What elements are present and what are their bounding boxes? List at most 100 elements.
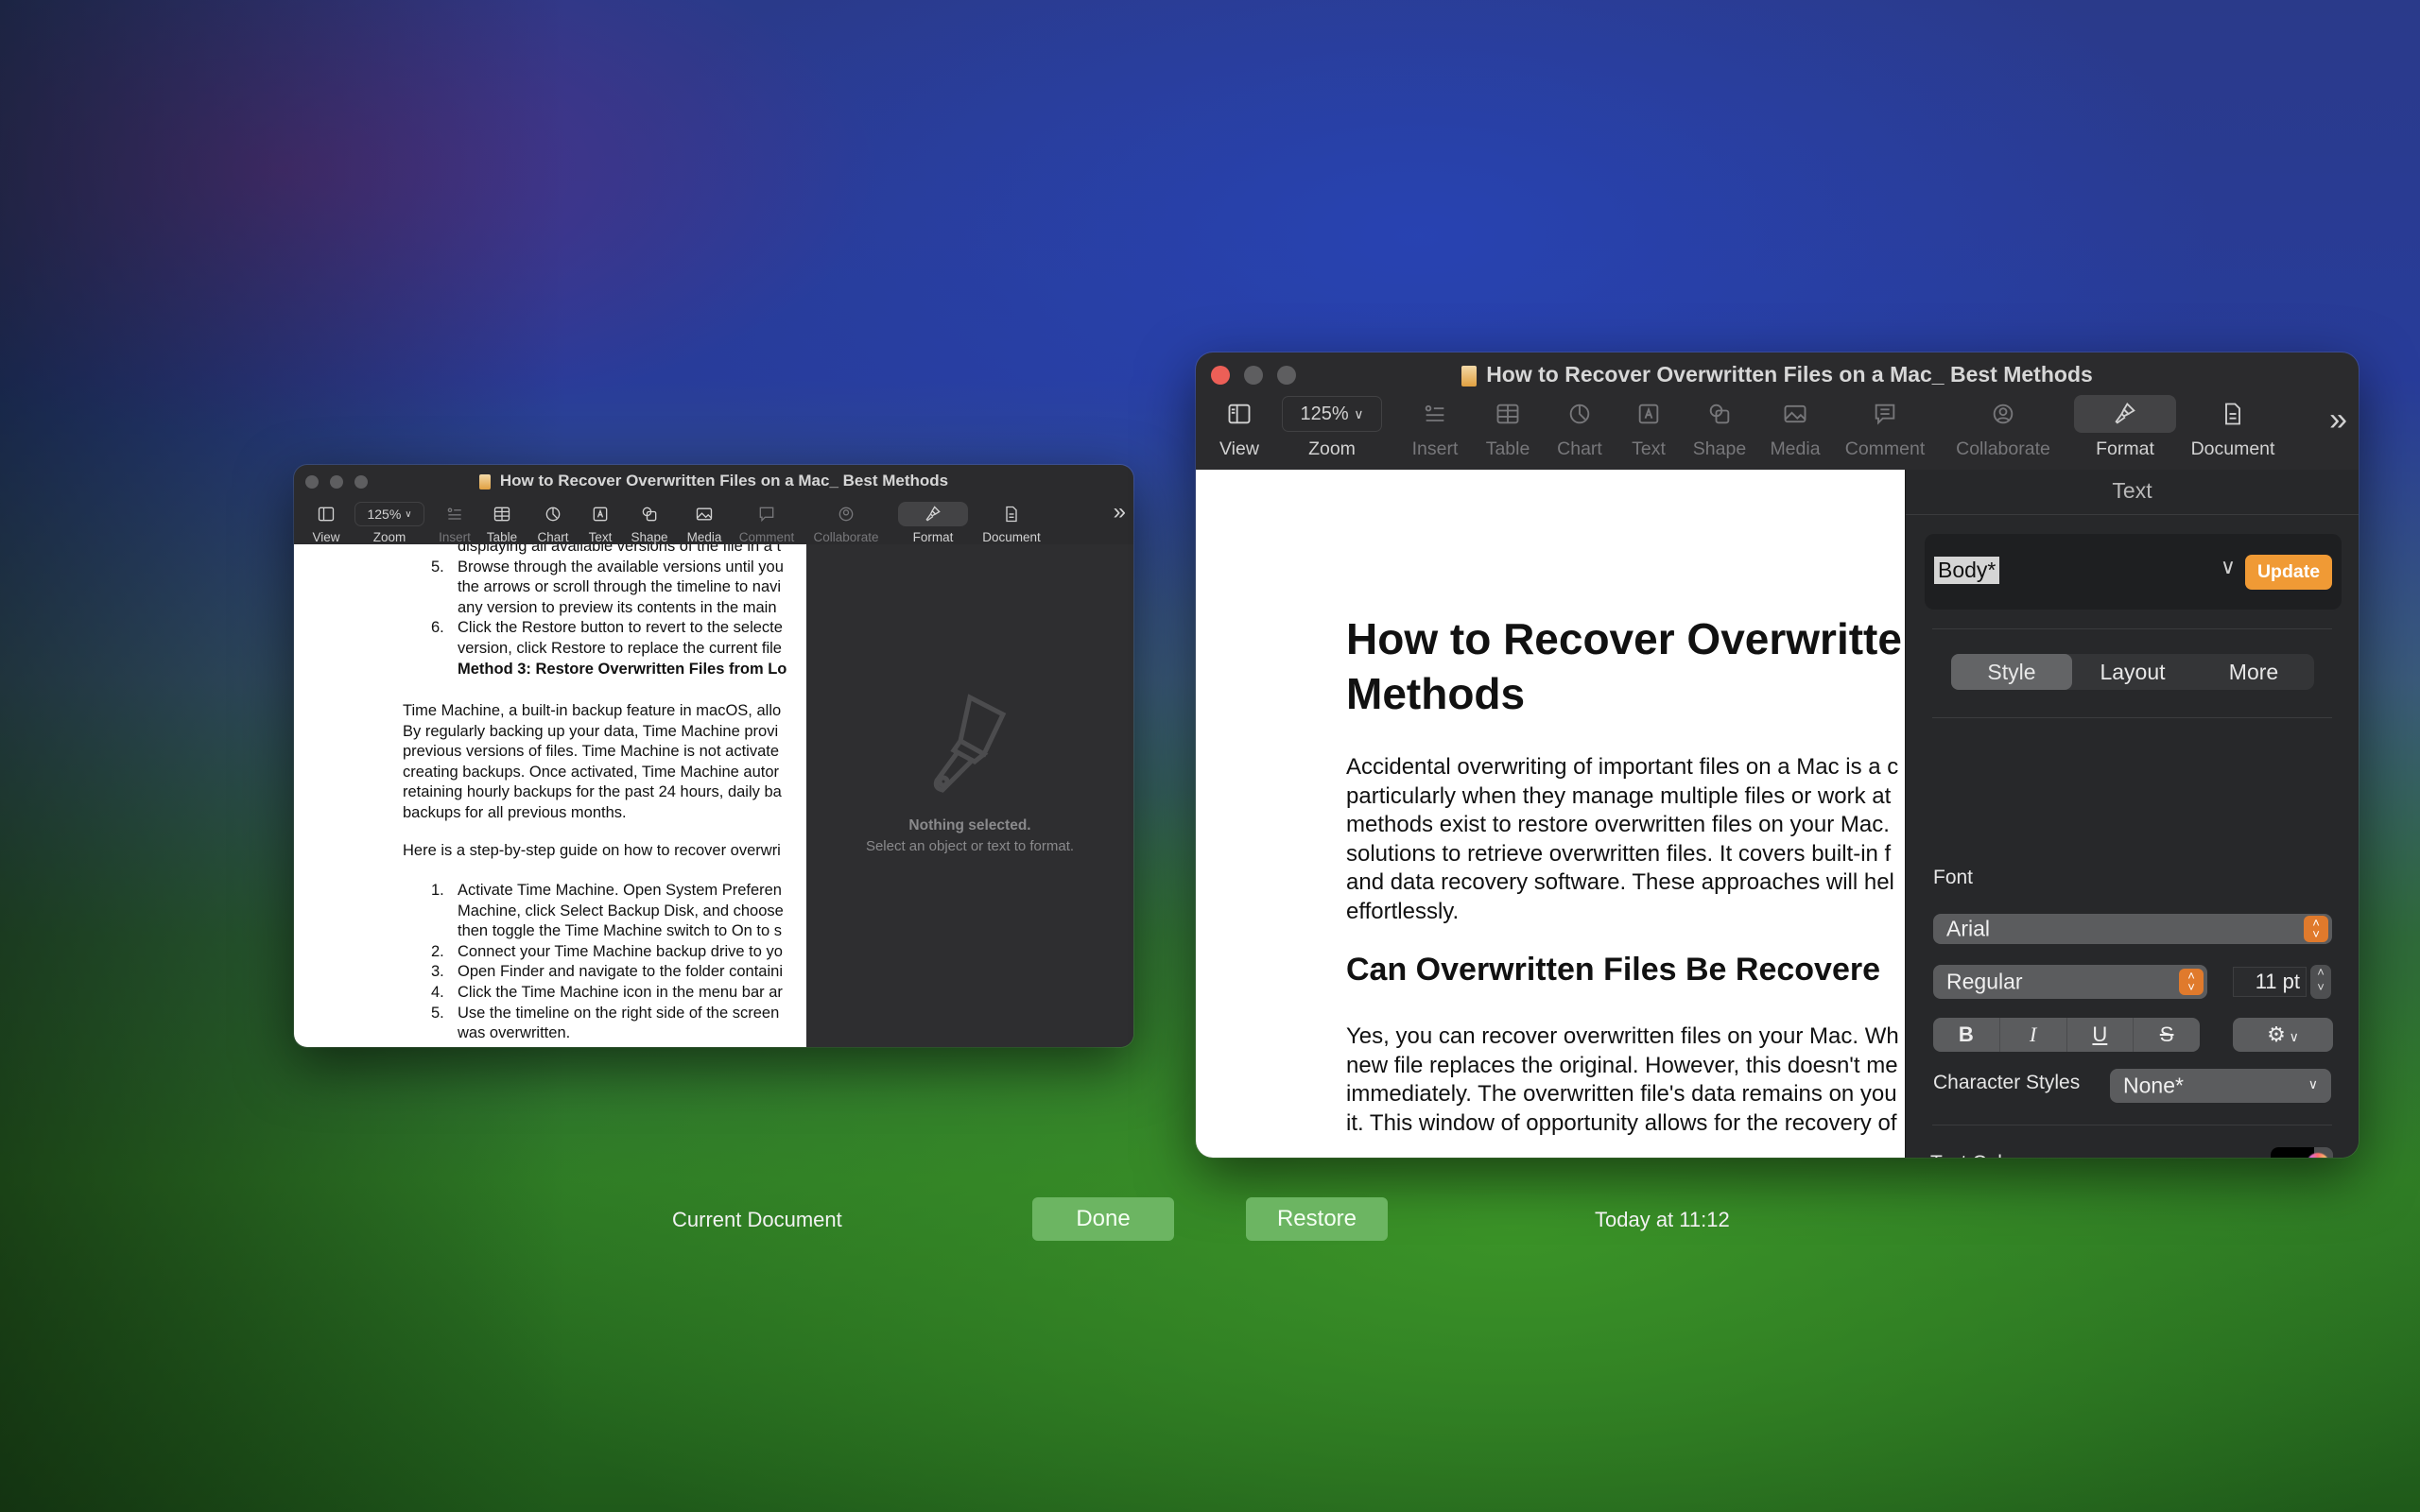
toolbar-format[interactable]: Format — [891, 502, 975, 544]
toolbar-label: Text — [1632, 438, 1666, 459]
minimize-button[interactable] — [1244, 366, 1263, 385]
character-styles-popup[interactable]: None* ∨ — [2110, 1069, 2331, 1103]
update-style-button[interactable]: Update — [2245, 555, 2332, 590]
toolbar-chart[interactable]: Chart — [528, 502, 578, 544]
text-line: By regularly backing up your data, Time … — [403, 722, 779, 740]
zoom-window-button[interactable] — [354, 475, 368, 489]
up-down-chevron-icon: ˄ ˅ — [2304, 916, 2328, 942]
paintbrush-icon — [933, 694, 1007, 793]
chevron-down-icon[interactable]: ∨ — [2221, 555, 2236, 579]
toolbar-insert[interactable]: Insert — [1398, 395, 1472, 460]
close-button[interactable] — [305, 475, 319, 489]
toolbar-overflow[interactable]: » — [1114, 499, 1126, 525]
current-document-window[interactable]: How to Recover Overwritten Files on a Ma… — [1196, 352, 2359, 1158]
document-content: How to Recover Overwritten Methods Accid… — [1196, 470, 2359, 1158]
list-item: any version to preview its contents in t… — [403, 598, 784, 619]
list-item: 4. Click the Time Machine icon in the men… — [403, 983, 784, 1004]
list-number: 3. — [431, 963, 444, 981]
toolbar-chart[interactable]: Chart — [1544, 395, 1616, 460]
document-page[interactable]: How to Recover Overwritten Methods Accid… — [1196, 470, 1905, 1158]
toolbar-table[interactable]: Table — [475, 502, 528, 544]
toolbar-view[interactable]: View — [307, 502, 345, 544]
insert-list-icon — [447, 507, 461, 520]
colour-swatch[interactable] — [2271, 1147, 2314, 1158]
text-line: creating backups. Once activated, Time M… — [403, 763, 780, 781]
toolbar-collaborate[interactable]: Collaborate — [801, 502, 891, 544]
bold-button[interactable]: B — [1933, 1018, 2000, 1052]
text-line: particularly when they manage multiple f… — [1346, 782, 1892, 809]
document-icon — [1006, 506, 1017, 523]
double-chevron-right-icon: » — [1113, 499, 1126, 524]
toolbar-view[interactable]: View — [1213, 395, 1266, 460]
comment-icon — [759, 507, 774, 523]
toolbar-label: Format — [912, 530, 954, 544]
underline-button[interactable]: U — [2067, 1018, 2135, 1052]
toolbar-insert[interactable]: Insert — [434, 502, 475, 544]
backup-version-window[interactable]: How to Recover Overwritten Files on a Ma… — [294, 465, 1133, 1047]
zoom-select[interactable]: 125% ∨ — [354, 502, 424, 526]
window-title: How to Recover Overwritten Files on a Ma… — [499, 472, 949, 490]
text-colour-label[interactable]: Text Colour ⇕ — [1930, 1152, 2048, 1158]
font-size-stepper[interactable]: ˄ ˅ — [2310, 965, 2331, 999]
zoom-select[interactable]: 125% ∨ — [1282, 396, 1382, 432]
paragraph-style-selector[interactable]: Body* ∨ Update — [1925, 534, 2342, 610]
text-line: immediately. The overwritten file's data… — [1346, 1081, 1897, 1107]
restore-button[interactable]: Restore — [1246, 1197, 1388, 1241]
document-page[interactable]: displaying all available versions of the… — [294, 544, 806, 1047]
toolbar-collaborate[interactable]: Collaborate — [1937, 395, 2069, 460]
toolbar-document[interactable]: Document — [975, 502, 1048, 544]
toolbar-comment[interactable]: Comment — [1833, 395, 1937, 460]
toolbar-format[interactable]: Format — [2069, 395, 2181, 460]
tab-layout[interactable]: Layout — [2072, 654, 2193, 690]
numbered-list: displaying all available versions of the… — [403, 544, 784, 660]
text-line: backups for all previous months. — [403, 803, 627, 821]
text-line: solutions to retrieve overwritten files.… — [1346, 840, 1892, 867]
font-typeface-popup[interactable]: Regular ˄ ˅ — [1933, 965, 2207, 999]
toolbar-label: Zoom — [1308, 438, 1356, 459]
toolbar-text[interactable]: Text — [1616, 395, 1682, 460]
toolbar-label: View — [312, 530, 340, 544]
current-document-label: Current Document — [672, 1208, 842, 1231]
toolbar-zoom[interactable]: 125% ∨ Zoom — [345, 502, 434, 544]
strikethrough-button[interactable]: S — [2134, 1018, 2200, 1052]
toolbar-table[interactable]: Table — [1472, 395, 1544, 460]
tab-more[interactable]: More — [2193, 654, 2314, 690]
font-size-field[interactable]: 11 pt — [2233, 967, 2307, 997]
list-item: Machine, click Select Backup Disk, and c… — [403, 902, 784, 922]
tab-style[interactable]: Style — [1951, 654, 2072, 690]
toolbar-overflow[interactable]: » — [2329, 402, 2347, 438]
backup-content: displaying all available versions of the… — [294, 544, 1133, 1047]
toolbar-label: Table — [486, 530, 518, 544]
insert-list-icon — [1425, 404, 1444, 421]
toolbar-label: Collaborate — [813, 530, 879, 544]
toolbar-shape[interactable]: Shape — [1682, 395, 1757, 460]
toolbar-comment[interactable]: Comment — [733, 502, 801, 544]
close-button[interactable] — [1211, 366, 1230, 385]
text-colour-well[interactable] — [2271, 1147, 2333, 1158]
list-number: 5. — [431, 558, 444, 576]
italic-button[interactable]: I — [2000, 1018, 2067, 1052]
toolbar-document[interactable]: Document — [2181, 395, 2285, 460]
toolbar: View 125% ∨ Zoom Insert Table Chart Text… — [1196, 395, 2359, 470]
font-family-popup[interactable]: Arial ˄ ˅ — [1933, 914, 2332, 944]
advanced-options-button[interactable]: ⚙ ∨ — [2233, 1018, 2333, 1052]
toolbar-text[interactable]: Text — [578, 502, 623, 544]
text-colour-text: Text Colour — [1930, 1152, 2031, 1158]
toolbar-shape[interactable]: Shape — [623, 502, 676, 544]
minimize-button[interactable] — [330, 475, 343, 489]
toolbar-label: Media — [1770, 438, 1821, 459]
divider — [1932, 717, 2332, 718]
zoom-window-button[interactable] — [1277, 366, 1296, 385]
document-icon — [2225, 403, 2240, 425]
toolbar-media[interactable]: Media — [1757, 395, 1833, 460]
done-button[interactable]: Done — [1032, 1197, 1174, 1241]
inspector-header: Text — [1906, 470, 2359, 515]
text-line: retaining hourly backups for the past 24… — [403, 783, 782, 801]
toolbar-zoom[interactable]: 125% ∨ Zoom — [1266, 395, 1398, 460]
toolbar-label: Document — [2190, 438, 2275, 459]
toolbar-label: Shape — [1692, 438, 1747, 459]
toolbar-label: Media — [686, 530, 722, 544]
chevron-down-icon: ∨ — [2285, 1029, 2299, 1044]
toolbar-media[interactable]: Media — [676, 502, 733, 544]
time-machine-paragraph: Time Machine, a built-in backup feature … — [403, 701, 782, 824]
